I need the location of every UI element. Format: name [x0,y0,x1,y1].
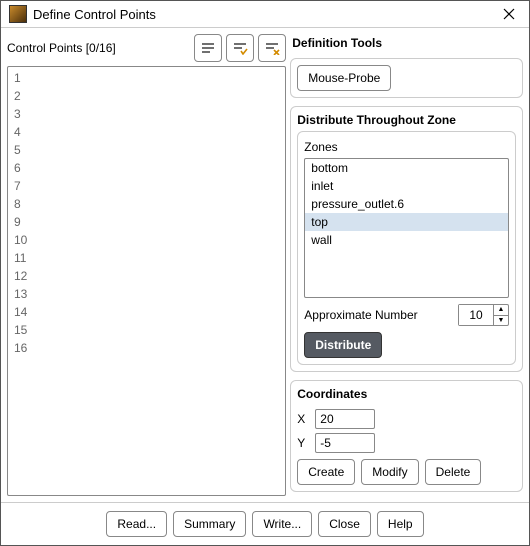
zone-item[interactable]: pressure_outlet.6 [305,195,508,213]
modify-button[interactable]: Modify [361,459,418,485]
y-label: Y [297,436,309,450]
close-button[interactable]: Close [318,511,371,537]
list-item[interactable]: 1 [8,69,285,87]
control-points-label: Control Points [0/16] [7,41,190,55]
control-points-list[interactable]: 12345678910111213141516 [7,66,286,496]
distribute-button[interactable]: Distribute [304,332,382,358]
zones-list[interactable]: bottominletpressure_outlet.6topwall [304,158,509,298]
create-button[interactable]: Create [297,459,355,485]
filter-clear-icon[interactable] [258,34,286,62]
write-button[interactable]: Write... [252,511,312,537]
filter-check-icon[interactable] [226,34,254,62]
list-item[interactable]: 10 [8,231,285,249]
x-label: X [297,412,309,426]
list-item[interactable]: 15 [8,321,285,339]
spinner-down-icon[interactable]: ▼ [494,316,508,326]
approx-number-label: Approximate Number [304,308,452,322]
zone-item[interactable]: bottom [305,159,508,177]
list-item[interactable]: 4 [8,123,285,141]
approx-number-input[interactable] [459,305,493,325]
list-item[interactable]: 14 [8,303,285,321]
window-title: Define Control Points [33,7,497,22]
definition-tools-title: Definition Tools [290,34,523,54]
list-item[interactable]: 9 [8,213,285,231]
footer: Read... Summary Write... Close Help [1,502,529,545]
x-input[interactable] [315,409,375,429]
list-item[interactable]: 8 [8,195,285,213]
coordinates-title: Coordinates [297,387,516,405]
titlebar: Define Control Points [1,1,529,28]
close-icon[interactable] [497,2,521,26]
list-item[interactable]: 12 [8,267,285,285]
zone-item[interactable]: inlet [305,177,508,195]
delete-button[interactable]: Delete [425,459,482,485]
zone-item[interactable]: wall [305,231,508,249]
list-item[interactable]: 13 [8,285,285,303]
summary-button[interactable]: Summary [173,511,246,537]
mouse-probe-button[interactable]: Mouse-Probe [297,65,391,91]
app-icon [9,5,27,23]
approx-number-spinner[interactable]: ▲ ▼ [458,304,509,326]
zone-item[interactable]: top [305,213,508,231]
help-button[interactable]: Help [377,511,424,537]
zones-title: Zones [304,138,509,158]
list-item[interactable]: 16 [8,339,285,357]
y-input[interactable] [315,433,375,453]
list-item[interactable]: 3 [8,105,285,123]
list-item[interactable]: 7 [8,177,285,195]
select-all-icon[interactable] [194,34,222,62]
distribute-title: Distribute Throughout Zone [297,113,516,131]
spinner-up-icon[interactable]: ▲ [494,305,508,316]
list-item[interactable]: 11 [8,249,285,267]
list-item[interactable]: 2 [8,87,285,105]
list-item[interactable]: 5 [8,141,285,159]
list-item[interactable]: 6 [8,159,285,177]
read-button[interactable]: Read... [106,511,167,537]
